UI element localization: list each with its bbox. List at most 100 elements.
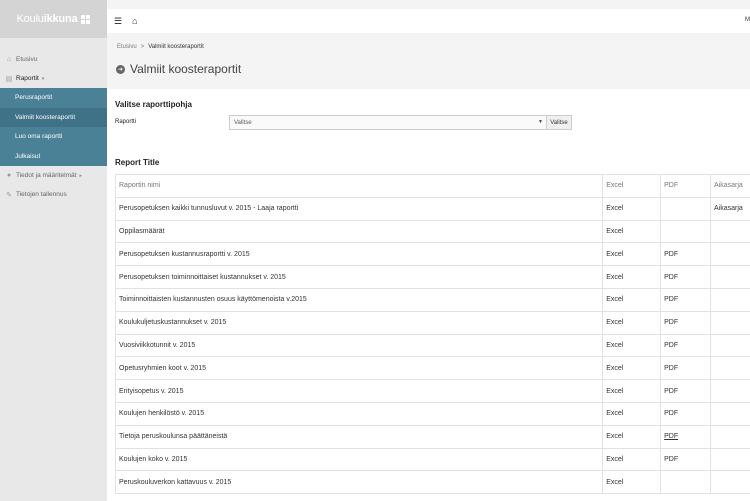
submenu-item-luo-oma-raportti[interactable]: Luo oma raportti [0,127,107,147]
sidebar: Koulu ikkuna ⌂ Etusivu ▤ Raportit ▾ Peru… [0,0,113,501]
table-row: Perusopetuksen kaikki tunnusluvut v. 201… [114,196,750,221]
user-menu[interactable]: M [745,17,750,23]
sidebar-item-label: Tiedot ja määritelmät [16,172,77,179]
column-header: Aikasarja [710,174,750,198]
pdf-link [660,196,712,221]
excel-link[interactable]: Excel [602,470,662,495]
aikasarja-link [710,379,750,403]
report-name-cell: Perusopetuksen kustannusraportti v. 2015 [114,242,604,267]
menu-icon[interactable]: ☰ [114,16,122,27]
pdf-link[interactable]: PDF [660,287,712,312]
excel-link[interactable]: Excel [602,265,662,289]
topbar: ☰ ⌂ M [107,9,750,33]
table-row: Peruskouluverkon kattavuus v. 2015 Excel [114,470,750,495]
excel-link[interactable]: Excel [602,447,662,472]
home-icon: ⌂ [6,56,12,63]
page-title-text: Valmiit koosteraportit [130,62,242,76]
excel-link[interactable]: Excel [602,333,662,358]
pdf-link[interactable]: PDF [660,333,712,358]
raportti-label: Raportti [115,119,137,125]
sidebar-item-tiedot[interactable]: ● Tiedot ja määritelmät ▸ [0,166,107,185]
select-button[interactable]: Valitse [546,115,572,130]
table-row: Perusopetuksen toiminnoittaiset kustannu… [114,265,750,289]
report-icon: ▤ [5,75,13,83]
report-template-select[interactable]: Valitse ▼ [229,115,547,130]
pdf-link[interactable]: PDF [660,242,712,267]
report-name-cell: Erityisopetus v. 2015 [114,379,604,403]
info-icon: ● [6,172,12,179]
raportit-submenu: Perusraportit Valmiit koosteraportit Luo… [0,88,113,167]
sidebar-item-raportit[interactable]: ▤ Raportit ▾ [0,69,107,88]
pdf-link[interactable]: PDF [660,447,712,472]
content-panel: Valitse raporttipohja Raportti Valitse ▼… [107,89,750,501]
table-row: Koulujen henkilöstö v. 2015 Excel PDF [114,401,750,426]
table-row: Toiminnoittaisten kustannusten osuus käy… [114,287,750,312]
excel-link[interactable]: Excel [602,424,662,449]
breadcrumb: Etusivu > Valmiit koosteraportit [117,44,204,50]
aikasarja-link [710,356,750,381]
excel-link[interactable]: Excel [602,356,662,381]
submenu-item-perusraportit[interactable]: Perusraportit [0,88,107,108]
sidebar-item-etusivu[interactable]: ⌂ Etusivu [0,50,107,69]
select-value: Valitse [234,119,252,126]
excel-link[interactable]: Excel [602,379,662,403]
pdf-link [660,219,712,244]
excel-link[interactable]: Excel [602,196,662,221]
excel-link[interactable]: Excel [602,219,662,244]
pdf-link[interactable]: PDF [660,265,712,289]
sidebar-item-label: Tietojen tallennus [16,191,67,198]
excel-link[interactable]: Excel [602,287,662,312]
main-content: Etusivu > Valmiit koosteraportit ➜ Valmiit… [107,38,750,501]
submenu-item-valmiit-koosteraportit[interactable]: Valmiit koosteraportit [0,107,107,127]
app-logo[interactable]: Koulu ikkuna [0,0,107,38]
pdf-link[interactable]: PDF [660,424,712,449]
table-row: Opetusryhmien koot v. 2015 Excel PDF [114,356,750,381]
report-name-cell: Perusopetuksen toiminnoittaiset kustannu… [114,265,604,289]
report-name-cell: Koulujen henkilöstö v. 2015 [114,401,604,426]
aikasarja-link [710,333,750,358]
pdf-link [660,470,712,495]
aikasarja-link [710,219,750,244]
table-row: Perusopetuksen kustannusraportti v. 2015… [114,242,750,267]
section-title: Valitse raporttipohja [115,100,192,109]
report-name-cell: Vuosiviikkotunnit v. 2015 [114,333,604,358]
aikasarja-link [710,447,750,472]
column-header: Raportin nimi [114,174,604,198]
sidebar-item-tallennus[interactable]: ✎ Tietojen tallennus [0,185,107,204]
sidebar-nav: ⌂ Etusivu ▤ Raportit ▾ Perusraportit Val… [0,38,113,204]
home-icon[interactable]: ⌂ [132,16,137,26]
breadcrumb-separator: > [140,44,145,50]
report-name-cell: Tietoja peruskoulunsa päättäneistä [114,424,604,449]
pdf-link[interactable]: PDF [660,310,712,335]
table-row: Tietoja peruskoulunsa päättäneistä Excel P… [114,424,750,449]
aikasarja-link [710,424,750,449]
report-name-cell: Opetusryhmien koot v. 2015 [114,356,604,381]
report-name-cell: Koulukuljetuskustannukset v. 2015 [114,310,604,335]
excel-link[interactable]: Excel [602,242,662,267]
aikasarja-link [710,242,750,267]
report-name-cell: Koulujen koko v. 2015 [114,447,604,472]
excel-link[interactable]: Excel [602,401,662,426]
aikasarja-link[interactable]: Aikasarja [710,196,750,221]
logo-text-light: Koulu [16,13,44,25]
report-name-cell: Perusopetuksen kaikki tunnusluvut v. 201… [114,196,604,221]
sidebar-item-label: Etusivu [16,56,38,63]
aikasarja-link [710,310,750,335]
table-row: Koulujen koko v. 2015 Excel PDF [114,447,750,472]
submenu-item-julkaisut[interactable]: Julkaisut [0,147,107,167]
excel-link[interactable]: Excel [602,310,662,335]
report-name-cell: Peruskouluverkon kattavuus v. 2015 [114,470,604,495]
table-row: Oppilasmäärät Excel [114,219,750,244]
edit-icon: ✎ [6,191,12,199]
breadcrumb-home-link[interactable]: Etusivu [117,44,137,50]
pdf-link[interactable]: PDF [660,401,712,426]
column-header: Excel [602,174,662,198]
aikasarja-link [710,401,750,426]
pdf-link[interactable]: PDF [660,356,712,381]
arrow-circle-icon: ➜ [116,64,125,74]
pdf-link[interactable]: PDF [660,379,712,403]
table-row: Erityisopetus v. 2015 Excel PDF [114,379,750,403]
page-title: ➜ Valmiit koosteraportit [116,62,241,76]
chevron-right-icon: ▸ [79,172,82,179]
chevron-down-icon: ▾ [41,75,45,82]
